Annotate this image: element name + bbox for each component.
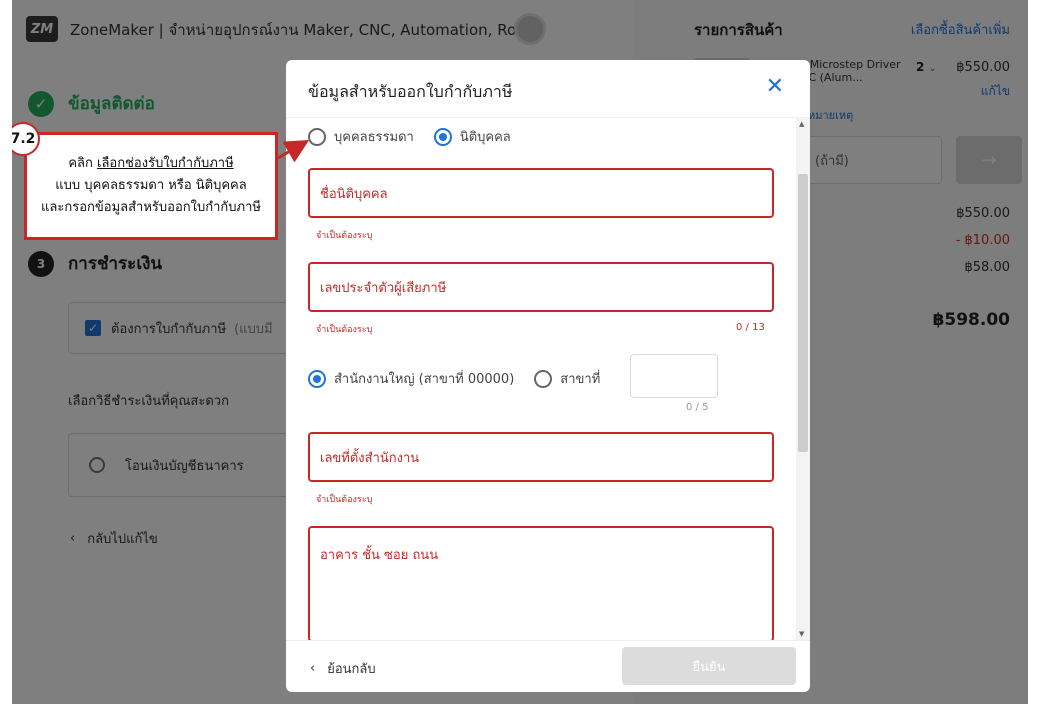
callout-arrow [277, 140, 310, 163]
checkout-page: ZM ZoneMaker | จำหน่ายอุปกรณ์งาน Maker, … [12, 0, 1028, 704]
